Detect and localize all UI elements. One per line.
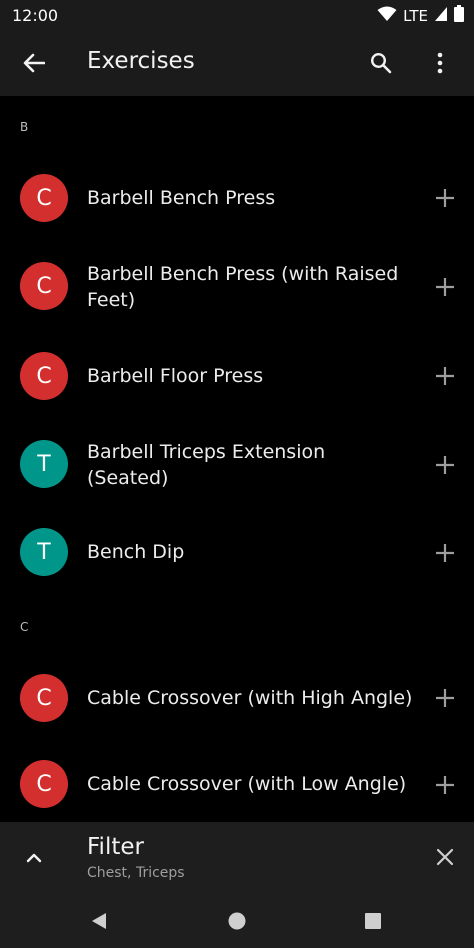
close-icon[interactable] — [430, 842, 460, 872]
list-item[interactable]: C Cable Crossover (with Low Angle) — [0, 742, 474, 822]
plus-icon[interactable] — [430, 683, 460, 713]
system-nav-bar — [0, 894, 474, 948]
list-item[interactable]: C Barbell Bench Press (with Raised Feet) — [0, 246, 474, 330]
list-item[interactable]: C Barbell Floor Press — [0, 334, 474, 418]
page-title: Exercises — [87, 48, 195, 74]
exercise-name: Barbell Triceps Extension (Seated) — [87, 441, 326, 489]
avatar: T — [20, 528, 68, 576]
more-vert-icon[interactable] — [424, 47, 456, 79]
exercise-name: Barbell Floor Press — [87, 365, 264, 387]
wifi-icon — [377, 6, 397, 26]
exercise-name: Cable Crossover (with High Angle) — [87, 687, 413, 709]
list-item[interactable]: T Barbell Triceps Extension (Seated) — [0, 422, 474, 506]
status-icons: LTE — [377, 5, 464, 26]
plus-icon[interactable] — [430, 361, 460, 391]
exercise-name: Barbell Bench Press — [87, 187, 276, 209]
status-bar: 12:00 LTE — [0, 0, 474, 30]
avatar: T — [20, 440, 68, 488]
arrow-back-icon[interactable] — [18, 47, 50, 79]
network-type: LTE — [403, 6, 428, 25]
status-time: 12:00 — [12, 6, 59, 25]
chevron-up-icon[interactable] — [20, 844, 48, 872]
filter-subtitle: Chest, Triceps — [87, 865, 185, 881]
square-recents-icon[interactable] — [358, 906, 388, 936]
exercise-name: Barbell Bench Press (with Raised Feet) — [87, 263, 399, 311]
filter-bar[interactable]: Filter Chest, Triceps — [0, 822, 474, 894]
avatar: C — [20, 174, 68, 222]
list-item[interactable]: T Bench Dip — [0, 510, 474, 594]
list-item[interactable]: C Barbell Bench Press — [0, 156, 474, 240]
triangle-back-icon[interactable] — [84, 906, 114, 936]
filter-title: Filter — [87, 834, 144, 860]
app-bar: Exercises — [0, 30, 474, 96]
avatar: C — [20, 760, 68, 808]
avatar: C — [20, 352, 68, 400]
exercise-list[interactable]: B C Barbell Bench Press C Barbell Bench … — [0, 96, 474, 822]
search-icon[interactable] — [364, 47, 398, 79]
battery-icon — [454, 5, 464, 26]
plus-icon[interactable] — [430, 770, 460, 800]
section-header-c: C — [20, 620, 29, 634]
section-header-b: B — [20, 120, 29, 134]
plus-icon[interactable] — [430, 450, 460, 480]
exercise-name: Cable Crossover (with Low Angle) — [87, 773, 407, 795]
plus-icon[interactable] — [430, 272, 460, 302]
exercise-name: Bench Dip — [87, 541, 185, 563]
avatar: C — [20, 262, 68, 310]
circle-home-icon[interactable] — [222, 906, 252, 936]
plus-icon[interactable] — [430, 538, 460, 568]
list-item[interactable]: C Cable Crossover (with High Angle) — [0, 656, 474, 740]
signal-icon — [434, 6, 448, 26]
plus-icon[interactable] — [430, 183, 460, 213]
avatar: C — [20, 674, 68, 722]
